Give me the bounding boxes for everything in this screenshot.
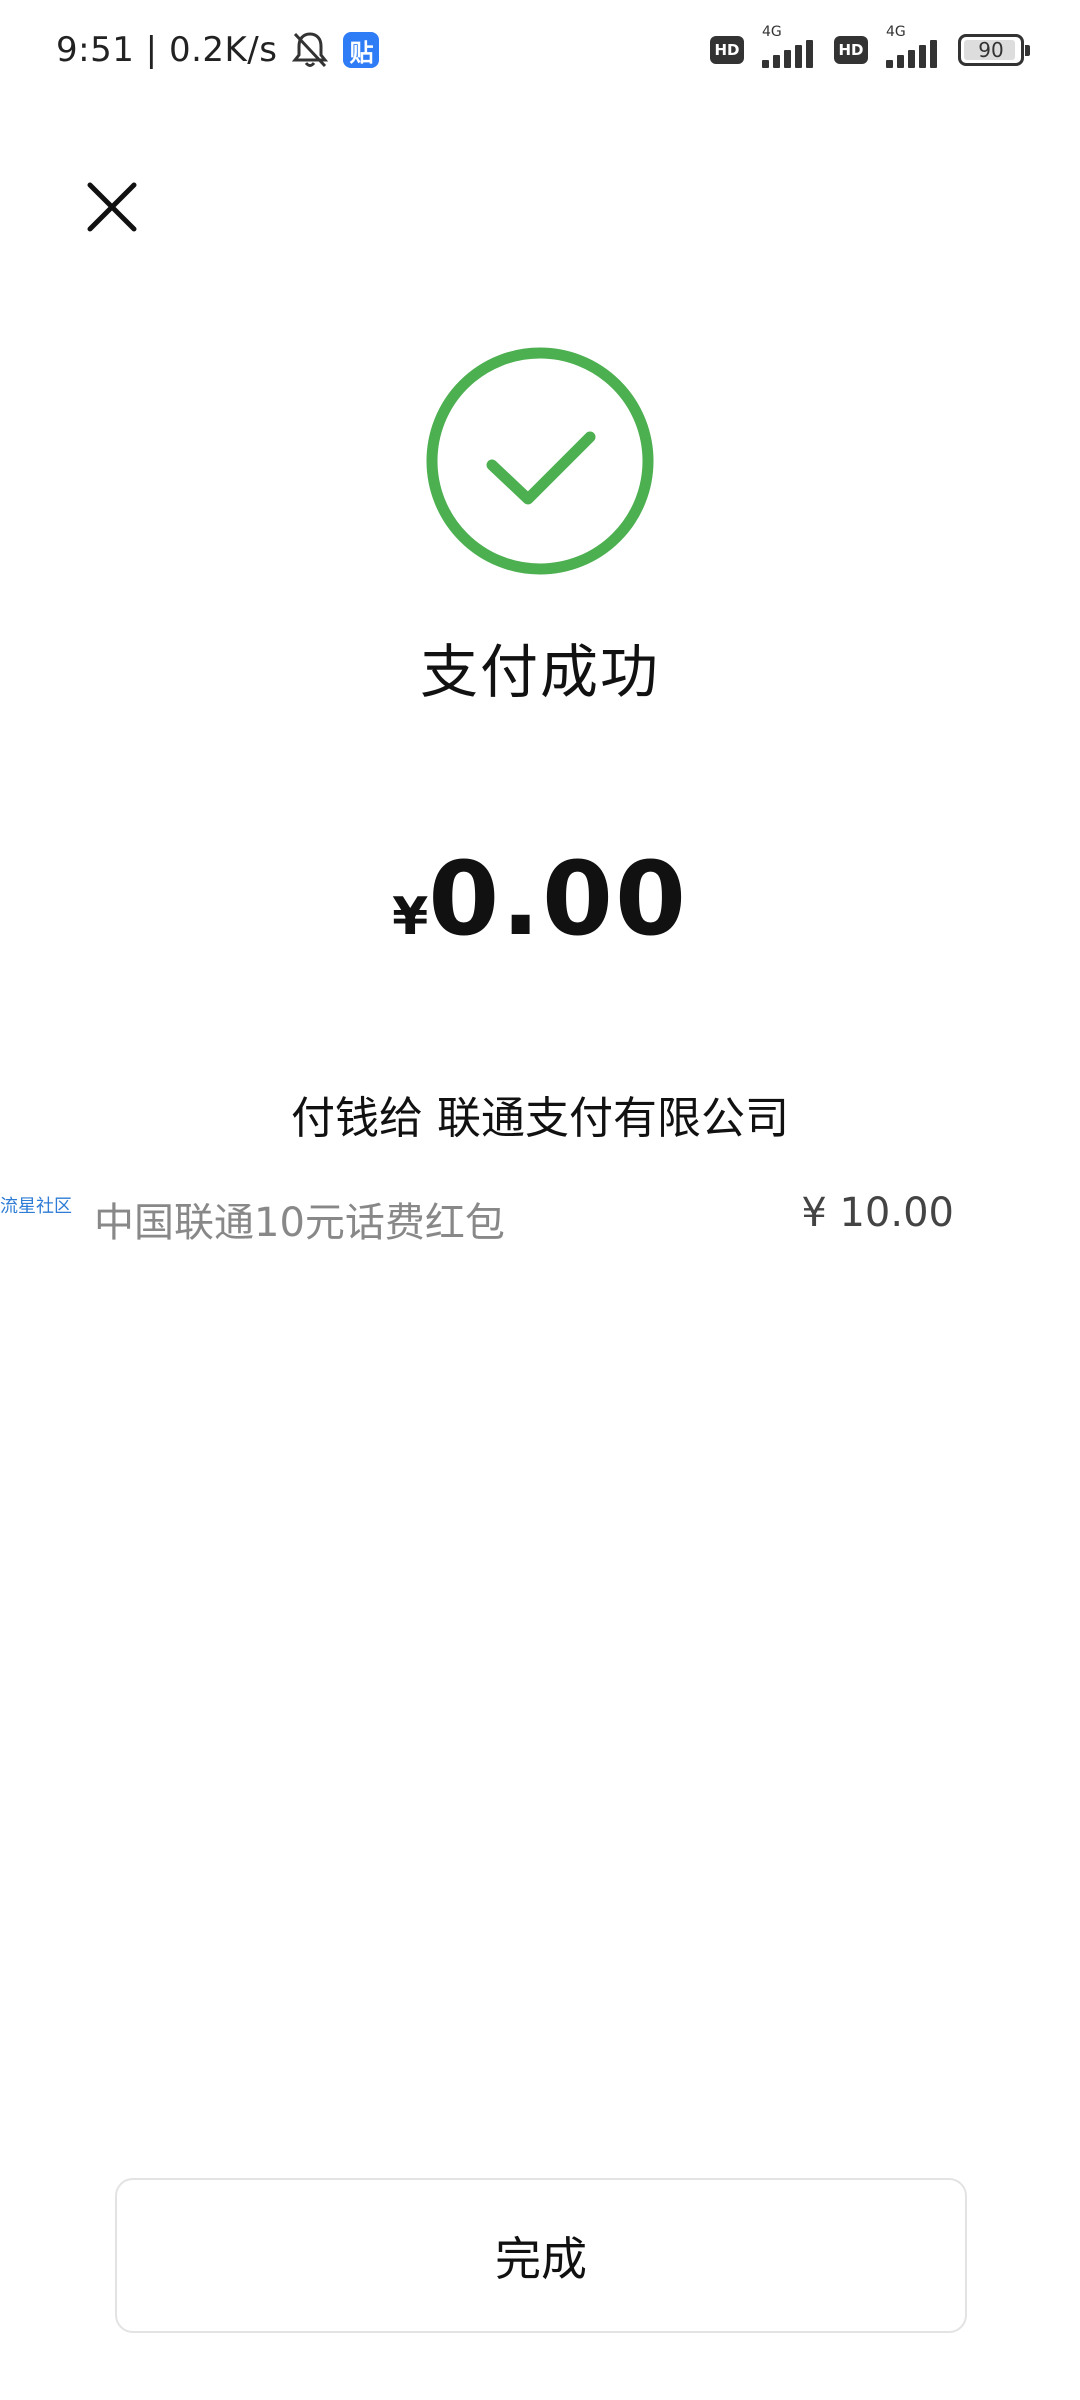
status-bar: 9:51 | 0.2K/s 贴 HD 4G HD 4G 90 [0,0,1080,105]
app-notification-icon: 贴 [343,32,380,68]
payee-text: 付钱给 联通支付有限公司 [291,1093,789,1144]
signal-4g-icon: 4G [756,24,822,70]
hd-icon: HD [710,36,744,64]
discount-item-amount: ¥ 10.00 [801,1190,954,1236]
status-time: 9:51 | 0.2K/s [56,30,278,70]
discount-item-name: 中国联通10元话费红包 [94,1200,505,1246]
payment-success-screen: 9:51 | 0.2K/s 贴 HD 4G HD 4G 90 支付成功 ¥0.0… [0,0,1080,2400]
status-right: HD 4G HD 4G 90 [710,24,1030,70]
status-left: 9:51 | 0.2K/s 贴 [56,30,380,70]
watermark-text: 流星社区 [0,1196,72,1217]
payment-amount: ¥0.00 [0,840,1080,959]
payment-status-title: 支付成功 [419,638,660,706]
signal-4g-icon: 4G [880,24,946,70]
bell-muted-icon [291,30,329,70]
hd-icon: HD [834,36,868,64]
amount-value: 0.00 [428,840,688,959]
discount-detail-row: 流星社区 中国联通10元话费红包 ¥ 10.00 [0,1190,1080,1250]
check-circle-icon [424,345,656,577]
done-button[interactable]: 完成 [115,2178,967,2333]
close-icon [87,182,137,232]
currency-symbol: ¥ [392,887,429,947]
close-button[interactable] [80,175,144,239]
battery-icon: 90 [958,34,1030,66]
